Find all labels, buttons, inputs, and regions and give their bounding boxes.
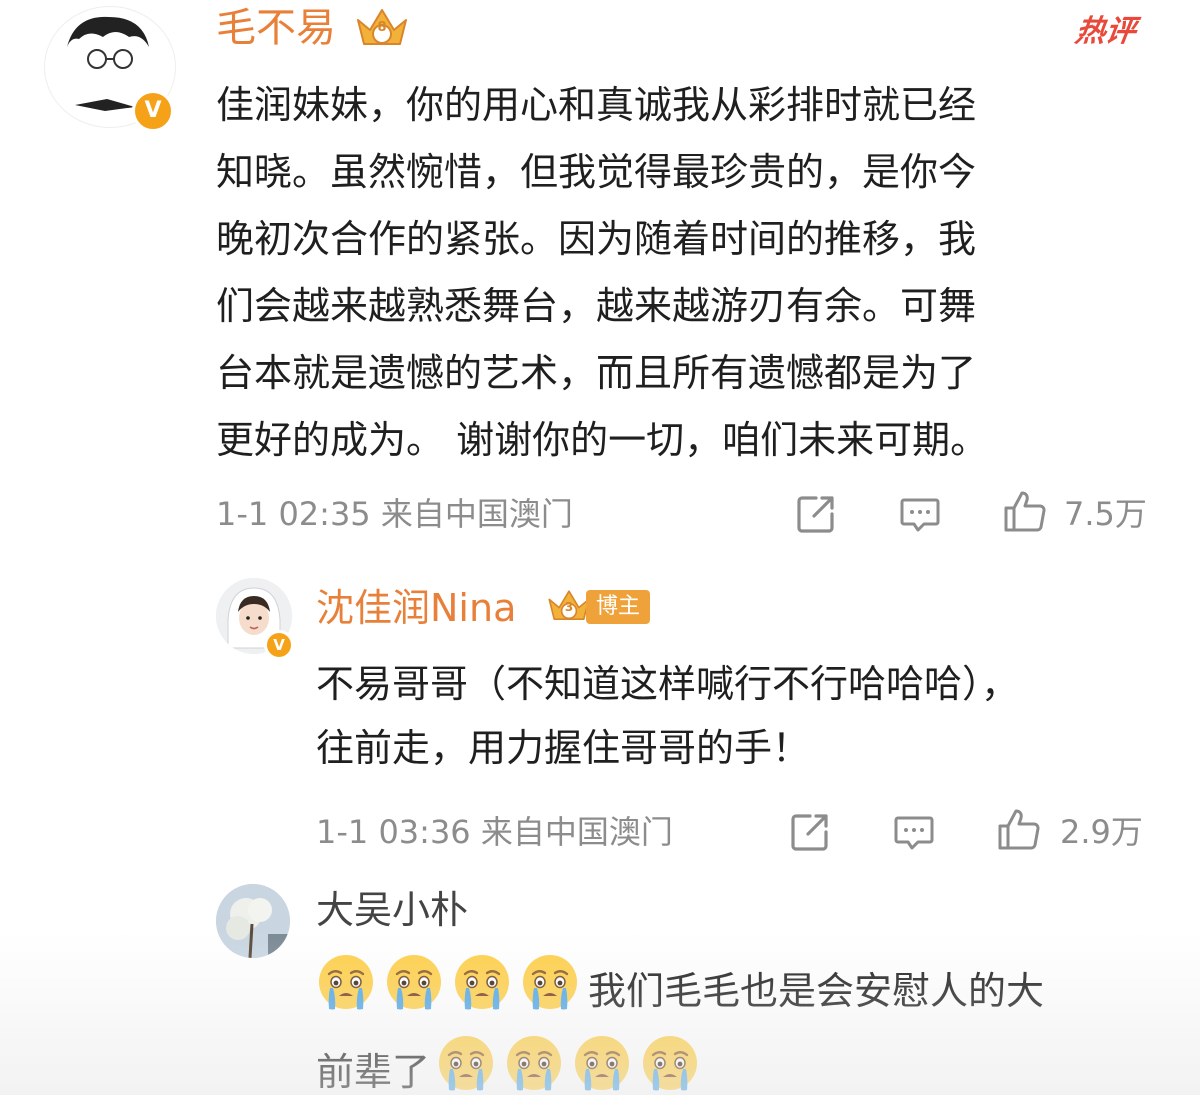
avatar-image (216, 884, 290, 958)
crying-face-icon (316, 952, 376, 1033)
comment-text: 佳润妹妹，你的用心和真诚我从彩排时就已经 知晓。虽然惋惜，但我觉得最珍贵的，是你… (216, 72, 1176, 474)
comment-text-line: 知晓。虽然惋惜，但我觉得最珍贵的，是你今 (216, 150, 977, 194)
thumbs-up-icon[interactable] (1000, 488, 1048, 536)
comment-text-line: 晚初次合作的紧张。因为随着时间的推移，我 (216, 217, 977, 261)
username[interactable]: 沈佳润Nina (316, 586, 516, 630)
crying-face-icon (640, 1033, 700, 1114)
hot-comment-tag: 热评 (1073, 14, 1138, 49)
reply-text-line: 前辈了 (316, 1033, 1176, 1114)
crying-face-icon (436, 1033, 496, 1114)
crying-face-icon (504, 1033, 564, 1114)
crying-face-icon (384, 952, 444, 1033)
reply-meta: 1-1 03:36 来自中国澳门 (316, 813, 673, 851)
like-count: 7.5万 (1064, 495, 1147, 533)
avatar[interactable] (216, 884, 290, 958)
creator-badge: 博主 (586, 590, 651, 624)
comment-meta: 1-1 02:35 来自中国澳门 (216, 495, 573, 533)
reply-text-segment: 我们毛毛也是会安慰人的大 (588, 969, 1045, 1013)
share-icon[interactable] (788, 810, 832, 854)
comment-text-line: 们会越来越熟悉舞台，越来越游刃有余。可舞 (216, 284, 977, 328)
fan-level-number: 8 (377, 20, 387, 35)
verified-badge: V (264, 630, 294, 660)
crying-face-icon (572, 1033, 632, 1114)
reply-text: 我们毛毛也是会安慰人的大 前辈了 (316, 952, 1176, 1114)
reply-text-segment: 前辈了 (316, 1050, 431, 1094)
reply-text-line: 往前走，用力握住哥哥的手！ (316, 726, 811, 770)
crying-face-icon (520, 952, 580, 1033)
thumbs-up-icon[interactable] (994, 806, 1042, 854)
reply-text-line: 我们毛毛也是会安慰人的大 (316, 952, 1176, 1033)
comment-icon[interactable] (898, 492, 942, 536)
comment-text-line: 佳润妹妹，你的用心和真诚我从彩排时就已经 (216, 83, 977, 127)
crying-face-icon (452, 952, 512, 1033)
like-count: 2.9万 (1060, 813, 1143, 851)
username[interactable]: 大吴小朴 (316, 888, 468, 932)
reply-text: 不易哥哥（不知道这样喊行不行哈哈哈）， 往前走，用力握住哥哥的手！ (316, 652, 1176, 780)
reply-text-line: 不易哥哥（不知道这样喊行不行哈哈哈）， (316, 662, 1020, 706)
verified-badge: V (132, 90, 174, 132)
share-icon[interactable] (794, 492, 838, 536)
comment-text-line: 台本就是遗憾的艺术，而且所有遗憾都是为了 (216, 351, 977, 395)
comment-icon[interactable] (892, 810, 936, 854)
username[interactable]: 毛不易 (216, 6, 336, 50)
fan-level-crown-icon: 8 (354, 6, 410, 50)
comment-text-line: 更好的成为。 谢谢你的一切，咱们未来可期。 (216, 418, 989, 462)
